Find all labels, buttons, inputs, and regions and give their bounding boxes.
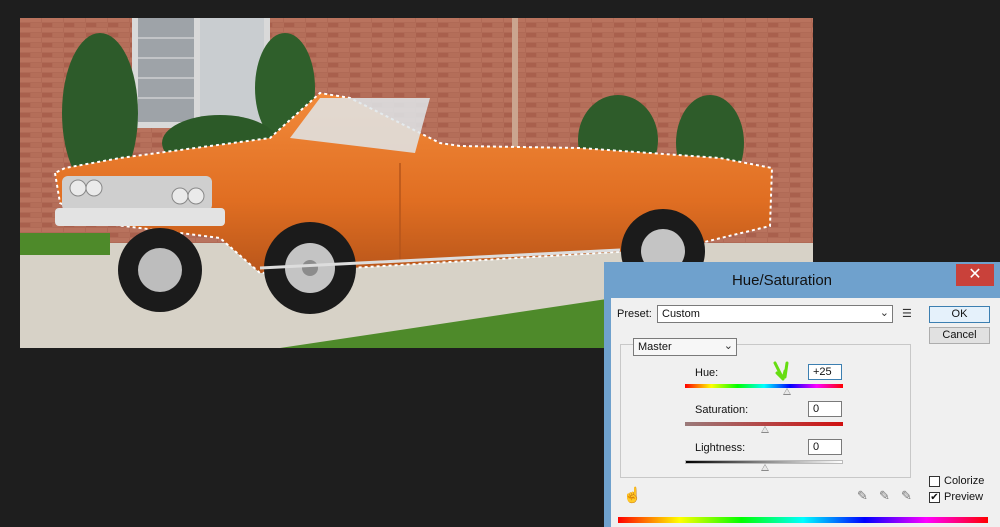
hue-saturation-dialog: Hue/Saturation ✕ Preset: Custom ⌄ ☰ OK C…: [604, 262, 1000, 527]
checkmark-icon: ✔: [930, 492, 939, 503]
preset-value: Custom: [662, 308, 700, 320]
chevron-down-icon: ⌄: [879, 307, 889, 319]
saturation-slider-thumb[interactable]: [761, 426, 769, 433]
saturation-input[interactable]: 0: [808, 401, 842, 417]
preset-options-icon[interactable]: ☰: [902, 307, 912, 320]
lightness-label: Lightness:: [695, 442, 746, 454]
chevron-down-icon: ⌄: [723, 340, 733, 352]
eyedropper-plus-icon[interactable]: ✎: [879, 488, 890, 504]
ok-button[interactable]: OK: [929, 306, 990, 323]
preset-dropdown[interactable]: Custom ⌄: [657, 305, 893, 323]
preview-label: Preview: [944, 491, 984, 503]
hue-spectrum-bar: [618, 517, 988, 523]
hue-slider-track[interactable]: [685, 384, 843, 388]
dialog-title: Hue/Saturation: [731, 272, 833, 289]
adjustment-group: [620, 344, 911, 478]
close-button[interactable]: ✕: [956, 264, 994, 286]
lightness-input[interactable]: 0: [808, 439, 842, 455]
targeted-adjustment-hand-icon[interactable]: ☝: [623, 486, 642, 504]
lightness-slider-thumb[interactable]: [761, 464, 769, 471]
preset-label: Preset:: [617, 308, 652, 320]
saturation-label: Saturation:: [695, 404, 749, 416]
hue-slider-thumb[interactable]: [783, 388, 791, 395]
eyedropper-minus-icon[interactable]: ✎: [901, 488, 912, 504]
dialog-titlebar[interactable]: Hue/Saturation ✕: [604, 262, 1000, 298]
channel-dropdown[interactable]: Master ⌄: [633, 338, 737, 356]
dialog-body: Preset: Custom ⌄ ☰ OK Cancel Master ⌄ Hu…: [611, 298, 1000, 527]
annotation-arrow-icon: [773, 361, 789, 381]
preview-checkbox[interactable]: ✔: [929, 492, 940, 503]
eyedropper-icon[interactable]: ✎: [857, 488, 868, 504]
hue-input[interactable]: +25: [808, 364, 842, 380]
hue-label: Hue:: [695, 367, 719, 379]
cancel-button[interactable]: Cancel: [929, 327, 990, 344]
close-icon: ✕: [968, 266, 982, 283]
colorize-checkbox[interactable]: [929, 476, 940, 487]
channel-value: Master: [638, 341, 672, 353]
colorize-label: Colorize: [944, 475, 985, 487]
